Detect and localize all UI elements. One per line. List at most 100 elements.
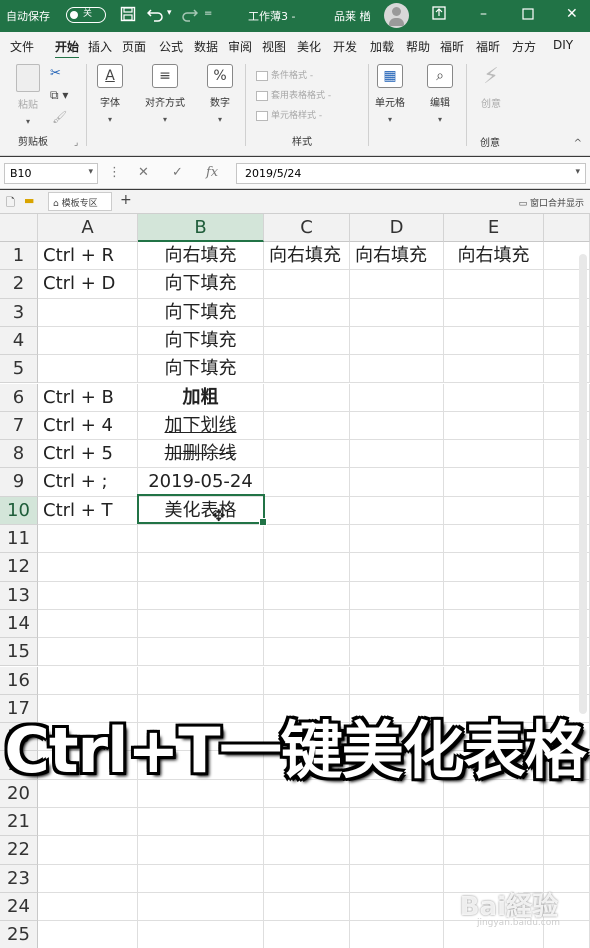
tab-formulas[interactable]: 公式 bbox=[159, 38, 183, 55]
tab-addins[interactable]: 加载 bbox=[370, 38, 394, 55]
cell-d5[interactable] bbox=[350, 355, 444, 384]
cell-b15[interactable] bbox=[138, 638, 264, 667]
spreadsheet-grid[interactable]: A B C D E 1 Ctrl + R 向右填充 向右填充 向右填充 向右填充 2 Ctrl… bbox=[0, 214, 590, 948]
cell-e3[interactable] bbox=[444, 298, 544, 327]
tab-help[interactable]: 帮助 bbox=[406, 38, 430, 55]
cell-d16[interactable] bbox=[350, 666, 444, 695]
cell-d25[interactable] bbox=[350, 921, 444, 948]
row-header-11[interactable]: 11 bbox=[0, 525, 38, 554]
cell-c14[interactable] bbox=[264, 609, 350, 639]
cell-b9[interactable]: 2019-05-24 bbox=[138, 468, 264, 497]
column-header-a[interactable]: A bbox=[38, 214, 138, 242]
cell-d3[interactable] bbox=[350, 298, 444, 327]
cell-b22[interactable] bbox=[138, 836, 264, 865]
select-all-corner[interactable] bbox=[0, 214, 38, 242]
cell-c8[interactable] bbox=[264, 440, 350, 469]
vertical-scrollbar[interactable] bbox=[579, 254, 587, 714]
cell-a24[interactable] bbox=[38, 892, 138, 922]
conditional-format-button[interactable]: 条件格式 - bbox=[256, 68, 313, 81]
cell-a14[interactable] bbox=[38, 609, 138, 639]
collapse-ribbon-icon[interactable]: ^ bbox=[574, 138, 582, 149]
undo-dropdown-icon[interactable]: ▾ bbox=[167, 8, 172, 18]
active-cell-selection[interactable] bbox=[137, 494, 267, 526]
tab-view[interactable]: 视图 bbox=[262, 38, 286, 55]
cell-a4[interactable] bbox=[38, 326, 138, 356]
cell-d23[interactable] bbox=[350, 864, 444, 893]
row-header-10[interactable]: 10 bbox=[0, 496, 38, 525]
cell-b5[interactable]: 向下填充 bbox=[138, 355, 264, 384]
cell-e10[interactable] bbox=[444, 496, 544, 525]
number-button[interactable]: % 数字 ▾ bbox=[202, 64, 238, 124]
cell-f21[interactable] bbox=[544, 808, 590, 837]
row-header-8[interactable]: 8 bbox=[0, 440, 38, 469]
cell-c22[interactable] bbox=[264, 836, 350, 865]
cell-a9[interactable]: Ctrl + ; bbox=[38, 468, 138, 497]
tab-foxit-1[interactable]: 福昕 bbox=[440, 38, 464, 55]
cell-a2[interactable]: Ctrl + D bbox=[38, 270, 138, 299]
cell-b24[interactable] bbox=[138, 892, 264, 922]
cell-e5[interactable] bbox=[444, 355, 544, 384]
expand-formula-icon[interactable]: ▾ bbox=[575, 167, 580, 177]
cell-b25[interactable] bbox=[138, 921, 264, 948]
column-header-b[interactable]: B bbox=[138, 214, 264, 242]
tab-file[interactable]: 文件 bbox=[10, 38, 34, 55]
cell-a16[interactable] bbox=[38, 666, 138, 695]
copy-icon[interactable]: ⧉ ▾ bbox=[50, 88, 68, 103]
cell-b4[interactable]: 向下填充 bbox=[138, 326, 264, 356]
cell-a25[interactable] bbox=[38, 921, 138, 948]
cell-c24[interactable] bbox=[264, 892, 350, 922]
cell-d24[interactable] bbox=[350, 892, 444, 922]
cell-c21[interactable] bbox=[264, 808, 350, 837]
cell-e14[interactable] bbox=[444, 609, 544, 639]
cell-d13[interactable] bbox=[350, 581, 444, 610]
row-header-13[interactable]: 13 bbox=[0, 581, 38, 610]
cell-d12[interactable] bbox=[350, 553, 444, 582]
tab-diy[interactable]: DIY bbox=[553, 38, 573, 52]
undo-icon[interactable] bbox=[146, 6, 165, 26]
cell-f22[interactable] bbox=[544, 836, 590, 865]
table-format-button[interactable]: 套用表格格式 - bbox=[256, 88, 331, 101]
cell-b14[interactable] bbox=[138, 609, 264, 639]
cell-b6[interactable]: 加粗 bbox=[138, 383, 264, 412]
cell-c23[interactable] bbox=[264, 864, 350, 893]
cell-b11[interactable] bbox=[138, 525, 264, 554]
cell-c5[interactable] bbox=[264, 355, 350, 384]
tab-beautify[interactable]: 美化 bbox=[297, 38, 321, 55]
cell-a1[interactable]: Ctrl + R bbox=[38, 242, 138, 271]
new-file-icon[interactable]: 🗋 bbox=[6, 194, 15, 213]
column-header-d[interactable]: D bbox=[350, 214, 444, 242]
cell-a21[interactable] bbox=[38, 808, 138, 837]
font-button[interactable]: A 字体 ▾ bbox=[92, 64, 128, 124]
tab-insert[interactable]: 插入 bbox=[88, 38, 112, 55]
cell-d1[interactable]: 向右填充 bbox=[350, 242, 444, 271]
row-header-4[interactable]: 4 bbox=[0, 326, 38, 356]
cell-a22[interactable] bbox=[38, 836, 138, 865]
add-tab-icon[interactable]: + bbox=[120, 192, 132, 208]
cell-a10[interactable]: Ctrl + T bbox=[38, 496, 138, 525]
tab-fangfang[interactable]: 方方 bbox=[512, 38, 536, 55]
formula-input[interactable]: 2019/5/24 ▾ bbox=[236, 163, 586, 184]
cell-d8[interactable] bbox=[350, 440, 444, 469]
cell-a11[interactable] bbox=[38, 525, 138, 554]
save-icon[interactable] bbox=[120, 6, 136, 26]
template-area-tab[interactable]: ⌂ 模板专区 bbox=[48, 192, 112, 211]
cell-a13[interactable] bbox=[38, 581, 138, 610]
cell-b3[interactable]: 向下填充 bbox=[138, 298, 264, 327]
cell-c1[interactable]: 向右填充 bbox=[264, 242, 350, 271]
cell-c12[interactable] bbox=[264, 553, 350, 582]
cell-a23[interactable] bbox=[38, 864, 138, 893]
cell-d15[interactable] bbox=[350, 638, 444, 667]
tab-home[interactable]: 开始 bbox=[55, 38, 80, 59]
cell-c10[interactable] bbox=[264, 496, 350, 525]
cell-d11[interactable] bbox=[350, 525, 444, 554]
dialog-launcher-icon[interactable]: ⌟ bbox=[74, 138, 78, 148]
cell-a3[interactable] bbox=[38, 298, 138, 327]
ribbon-display-icon[interactable] bbox=[432, 6, 446, 24]
cell-b8[interactable]: 加删除线 bbox=[138, 440, 264, 469]
cell-b12[interactable] bbox=[138, 553, 264, 582]
tab-review[interactable]: 审阅 bbox=[228, 38, 252, 55]
paste-button[interactable]: 粘贴 ▾ bbox=[8, 64, 48, 126]
confirm-entry-icon[interactable]: ✓ bbox=[172, 165, 183, 180]
cell-b23[interactable] bbox=[138, 864, 264, 893]
column-header-e[interactable]: E bbox=[444, 214, 544, 242]
